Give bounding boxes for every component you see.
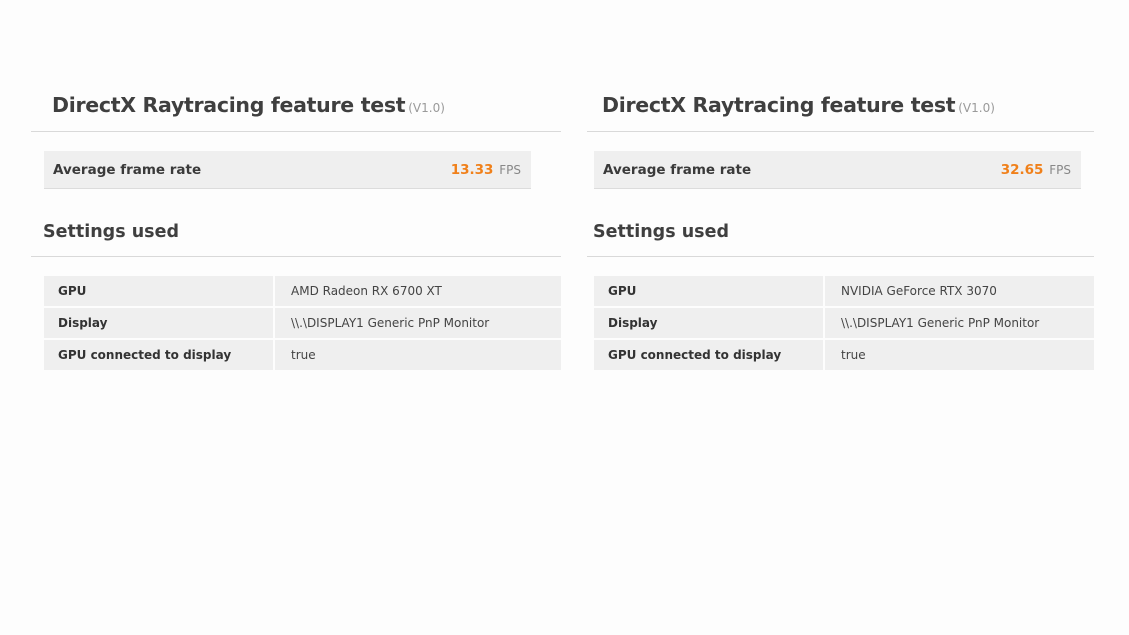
setting-key: Display [594,308,825,338]
average-frame-rate-label: Average frame rate [53,162,201,178]
settings-table: GPU NVIDIA GeForce RTX 3070 Display \\.\… [594,274,1094,372]
settings-heading: Settings used [593,219,729,245]
table-row: GPU NVIDIA GeForce RTX 3070 [594,276,1094,306]
average-frame-rate-value: 32.65 [1001,162,1044,178]
setting-value: true [825,340,1094,370]
setting-key: GPU [594,276,825,306]
table-row: GPU connected to display true [44,340,561,370]
average-frame-rate-result: 13.33 FPS [451,162,521,178]
table-row: GPU AMD Radeon RX 6700 XT [44,276,561,306]
table-row: Display \\.\DISPLAY1 Generic PnP Monitor [594,308,1094,338]
setting-key: Display [44,308,275,338]
table-row: GPU connected to display true [594,340,1094,370]
settings-divider [31,256,561,257]
settings-heading: Settings used [43,219,179,245]
setting-value: AMD Radeon RX 6700 XT [275,276,561,306]
average-frame-rate-box: Average frame rate 13.33 FPS [44,151,531,189]
setting-value: NVIDIA GeForce RTX 3070 [825,276,1094,306]
test-title-text: DirectX Raytracing feature test [602,93,955,117]
test-version: (V1.0) [408,101,445,115]
table-row: Display \\.\DISPLAY1 Generic PnP Monitor [44,308,561,338]
average-frame-rate-result: 32.65 FPS [1001,162,1071,178]
test-version: (V1.0) [958,101,995,115]
test-title: DirectX Raytracing feature test(V1.0) [52,88,445,125]
average-frame-rate-value: 13.33 [451,162,494,178]
setting-key: GPU connected to display [44,340,275,370]
settings-table: GPU AMD Radeon RX 6700 XT Display \\.\DI… [44,274,561,372]
average-frame-rate-unit: FPS [499,163,521,177]
setting-value: \\.\DISPLAY1 Generic PnP Monitor [275,308,561,338]
setting-key: GPU connected to display [594,340,825,370]
setting-key: GPU [44,276,275,306]
setting-value: true [275,340,561,370]
test-title-text: DirectX Raytracing feature test [52,93,405,117]
settings-divider [587,256,1094,257]
average-frame-rate-box: Average frame rate 32.65 FPS [594,151,1081,189]
test-title: DirectX Raytracing feature test(V1.0) [602,88,995,125]
title-divider [587,131,1094,132]
setting-value: \\.\DISPLAY1 Generic PnP Monitor [825,308,1094,338]
title-divider [31,131,561,132]
average-frame-rate-unit: FPS [1049,163,1071,177]
average-frame-rate-label: Average frame rate [603,162,751,178]
